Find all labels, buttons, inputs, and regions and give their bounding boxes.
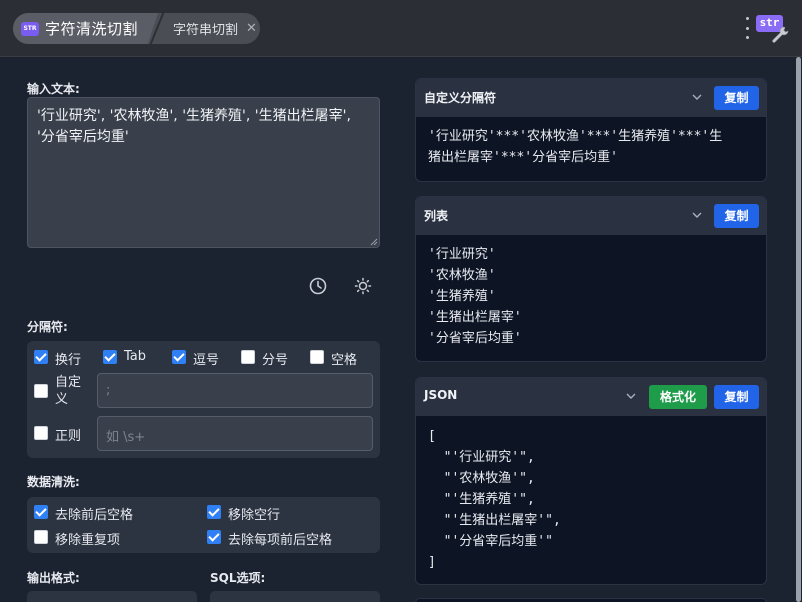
app-icon: STR bbox=[21, 21, 39, 36]
card-header: 自定义分隔符 复制 bbox=[416, 79, 766, 117]
copy-button[interactable]: 复制 bbox=[714, 86, 759, 110]
checkbox-trim-each[interactable] bbox=[207, 530, 221, 544]
tab-string-split[interactable]: 字符串切割 ✕ bbox=[161, 13, 260, 44]
format-button[interactable]: 格式化 bbox=[649, 385, 707, 409]
checkbox-label: 分号 bbox=[262, 353, 289, 368]
str-tool-icon[interactable]: str bbox=[756, 15, 790, 43]
card-content: '行业研究' '农林牧渔' '生猪养殖' '生猪出栏屠宰' '分省宰后均重' bbox=[428, 247, 522, 346]
card-title: 自定义分隔符 bbox=[424, 91, 497, 105]
clock-icon[interactable] bbox=[308, 276, 328, 296]
card-content: '行业研究'***'农林牧渔'***'生猪养殖'***'生 猪出栏屠宰'***'… bbox=[428, 129, 723, 165]
checkbox-label: 移除重复项 bbox=[55, 533, 121, 548]
title-bar: STR 字符清洗切割 字符串切割 ✕ str bbox=[0, 0, 802, 57]
checkbox-label: 正则 bbox=[55, 429, 82, 444]
checkbox-custom[interactable] bbox=[34, 384, 48, 398]
custom-separator-input[interactable]: ; bbox=[97, 373, 373, 408]
input-textarea[interactable]: '行业研究', '农林牧渔', '生猪养殖', '生猪出栏屠宰', '分省宰后均… bbox=[27, 97, 380, 248]
cleaning-label: 数据清洗: bbox=[27, 475, 80, 489]
checkbox-label: 逗号 bbox=[193, 353, 220, 368]
checkbox-remove-empty[interactable] bbox=[207, 505, 221, 519]
copy-button[interactable]: 复制 bbox=[714, 385, 759, 409]
sql-options-panel[interactable] bbox=[210, 591, 380, 602]
checkbox-regex[interactable] bbox=[34, 426, 48, 440]
chevron-down-icon[interactable] bbox=[626, 391, 636, 401]
tab-label: 字符清洗切割 bbox=[45, 20, 139, 38]
custom-separator-card: 自定义分隔符 复制 '行业研究'***'农林牧渔'***'生猪养殖'***'生 … bbox=[415, 78, 767, 182]
scrollbar[interactable] bbox=[796, 57, 801, 602]
copy-button[interactable]: 复制 bbox=[714, 204, 759, 228]
card-header: 列表 复制 bbox=[416, 197, 766, 235]
checkbox-space[interactable] bbox=[310, 350, 324, 364]
tab-string-clean[interactable]: STR 字符清洗切割 bbox=[13, 13, 158, 44]
checkbox-label: 换行 bbox=[55, 353, 82, 368]
checkbox-tab[interactable] bbox=[103, 350, 117, 364]
card-content: [ "'行业研究'", "'农林牧渔'", "'生猪养殖'", "'生猪出栏屠宰… bbox=[428, 429, 561, 570]
card-title: JSON bbox=[424, 388, 458, 402]
next-card bbox=[415, 598, 767, 602]
output-format-label: 输出格式: bbox=[27, 571, 80, 585]
wrench-icon bbox=[772, 26, 789, 43]
checkbox-label: Tab bbox=[124, 349, 147, 364]
checkbox-label: 空格 bbox=[331, 353, 358, 368]
close-icon[interactable]: ✕ bbox=[246, 21, 257, 36]
tab-label: 字符串切割 bbox=[173, 23, 239, 38]
checkbox-label: 去除每项前后空格 bbox=[228, 533, 333, 548]
sql-options-label: SQL选项: bbox=[210, 571, 266, 585]
regex-input[interactable]: 如 \s+ bbox=[97, 416, 373, 451]
chevron-down-icon[interactable] bbox=[692, 92, 702, 102]
checkbox-semicolon[interactable] bbox=[241, 350, 255, 364]
checkbox-label: 去除前后空格 bbox=[55, 508, 134, 523]
checkbox-label: 移除空行 bbox=[228, 508, 281, 523]
checkbox-trim[interactable] bbox=[34, 505, 48, 519]
checkbox-comma[interactable] bbox=[172, 350, 186, 364]
sun-icon[interactable] bbox=[353, 276, 373, 296]
card-title: 列表 bbox=[424, 209, 449, 223]
tab-strip: STR 字符清洗切割 字符串切割 ✕ bbox=[13, 13, 260, 44]
list-card: 列表 复制 '行业研究' '农林牧渔' '生猪养殖' '生猪出栏屠宰' '分省宰… bbox=[415, 196, 767, 362]
card-header: JSON 格式化 复制 bbox=[416, 378, 766, 416]
checkbox-newline[interactable] bbox=[34, 350, 48, 364]
checkbox-label: 自定义 bbox=[55, 375, 82, 407]
json-card: JSON 格式化 复制 [ "'行业研究'", "'农林牧渔'", "'生猪养殖… bbox=[415, 377, 767, 585]
input-label: 输入文本: bbox=[27, 82, 80, 96]
chevron-down-icon[interactable] bbox=[692, 210, 702, 220]
output-format-panel[interactable] bbox=[27, 591, 197, 602]
checkbox-dedupe[interactable] bbox=[34, 530, 48, 544]
more-vertical-icon[interactable] bbox=[744, 17, 750, 39]
resize-handle-icon[interactable] bbox=[370, 238, 378, 246]
separator-label: 分隔符: bbox=[27, 320, 68, 334]
